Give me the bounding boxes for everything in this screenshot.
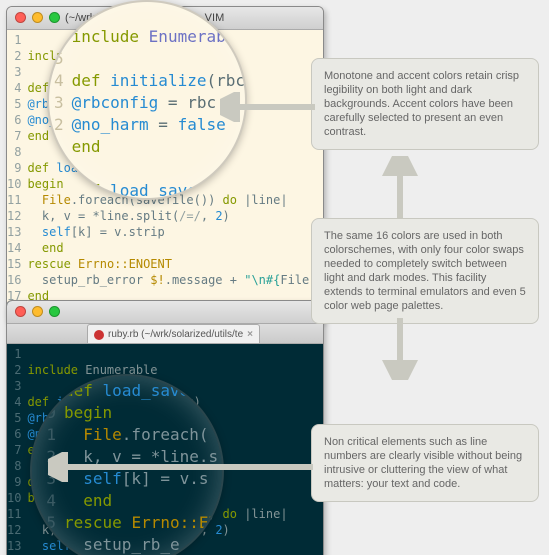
note-text: Monotone and accent colors retain crisp …	[324, 70, 519, 138]
close-icon[interactable]	[15, 12, 26, 23]
gutter-text: 1 2 3 4 5 6 7 8 9 10 11 12 13 14 15 16	[7, 347, 21, 555]
minimize-icon[interactable]	[32, 12, 43, 23]
ruby-icon	[94, 330, 104, 340]
tab-label: ruby.rb (~/wrk/solarized/utils/te	[108, 329, 243, 340]
note-linenumbers: Non critical elements such as line numbe…	[311, 424, 539, 502]
note-text: Non critical elements such as line numbe…	[324, 436, 522, 490]
lens-code-dark: def load_savef begin File.foreach( k, v …	[64, 380, 218, 555]
arrow-icon	[370, 156, 430, 226]
close-icon[interactable]	[15, 306, 26, 317]
window-controls	[15, 12, 60, 23]
zoom-icon[interactable]	[49, 306, 60, 317]
note-contrast: Monotone and accent colors retain crisp …	[311, 58, 539, 150]
zoom-lens-dark: 8 9 1 2 3 4 5 6 def load_savef begin Fil…	[30, 374, 224, 555]
gutter-dark: 1 2 3 4 5 6 7 8 9 10 11 12 13 14 15 16	[7, 344, 27, 555]
zoom-icon[interactable]	[49, 12, 60, 23]
tab-close-icon[interactable]: ×	[247, 329, 253, 340]
gutter-light: 1 2 3 4 5 6 7 8 9 10 11 12 13 14 15 16 1…	[7, 30, 27, 322]
tab-row: ruby.rb (~/wrk/solarized/utils/te ×	[7, 324, 323, 344]
note-swaps: The same 16 colors are used in both colo…	[311, 218, 539, 324]
window-controls	[15, 306, 60, 317]
minimize-icon[interactable]	[32, 306, 43, 317]
gutter-text: 1 2 3 4 5 6 7 8 9 10 11 12 13 14 15 16 1…	[7, 33, 21, 319]
note-text: The same 16 colors are used in both colo…	[324, 230, 526, 312]
window-titlebar-dark	[7, 301, 323, 324]
zoom-lens-light: 7 6 5 4 3 2 include Enumerab def initial…	[47, 0, 247, 200]
tab-ruby[interactable]: ruby.rb (~/wrk/solarized/utils/te ×	[87, 324, 260, 343]
